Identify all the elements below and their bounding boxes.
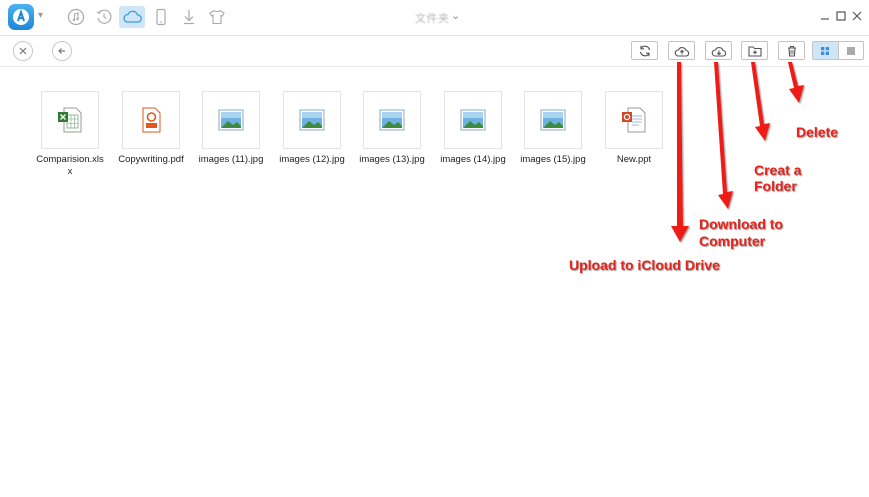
file-item[interactable]: images (15).jpg: [517, 91, 589, 166]
toolbar: [0, 36, 869, 67]
app-logo[interactable]: [8, 4, 34, 30]
list-view-button[interactable]: [837, 42, 864, 59]
file-name: images (11).jpg: [198, 154, 264, 165]
file-name: images (12).jpg: [279, 154, 345, 165]
minimize-icon[interactable]: [818, 9, 832, 23]
image-file-icon: [460, 109, 486, 131]
file-item[interactable]: Comparision.xlsx: [34, 91, 106, 178]
list-icon: [846, 47, 855, 54]
close-icon: [19, 47, 27, 55]
music-icon[interactable]: [66, 7, 86, 27]
device-dropdown-chevron-icon[interactable]: ⌄: [451, 9, 460, 22]
excel-file-icon: [58, 107, 82, 133]
upload-to-icloud-button[interactable]: [668, 41, 695, 60]
annotation-create-folder-line2: Folder: [754, 178, 797, 194]
file-thumbnail: [605, 91, 663, 149]
annotation-create-folder-line1: Creat a: [754, 162, 802, 178]
file-name: images (13).jpg: [359, 154, 425, 165]
pdf-file-icon: [142, 107, 161, 133]
file-item[interactable]: New.ppt: [598, 91, 670, 166]
refresh-icon: [639, 45, 650, 56]
app-logo-icon: [13, 8, 29, 25]
file-thumbnail: [524, 91, 582, 149]
back-button[interactable]: [52, 41, 72, 61]
image-file-icon: [379, 109, 405, 131]
file-item[interactable]: images (12).jpg: [276, 91, 348, 166]
delete-arrow: [788, 62, 804, 103]
cloud-icon[interactable]: [119, 6, 145, 28]
file-name: Comparision.xlsx: [36, 154, 104, 177]
file-name: images (15).jpg: [520, 154, 586, 165]
file-thumbnail: [202, 91, 260, 149]
powerpoint-file-icon: [622, 107, 646, 133]
image-file-icon: [299, 109, 325, 131]
refresh-button[interactable]: [631, 41, 658, 60]
file-name: New.ppt: [616, 154, 652, 165]
file-thumbnail: [283, 91, 341, 149]
grid-view-button[interactable]: [813, 42, 838, 59]
tshirt-icon[interactable]: [207, 7, 227, 27]
annotation-download-line2: Computer: [699, 233, 766, 249]
annotation-upload: Upload to iCloud Drive: [569, 257, 720, 273]
cloud-download-icon: [711, 46, 726, 57]
file-item[interactable]: Copywriting.pdf: [115, 91, 187, 166]
phone-icon[interactable]: [151, 7, 171, 27]
arrow-left-icon: [58, 48, 65, 54]
file-item[interactable]: images (14).jpg: [437, 91, 509, 166]
history-icon[interactable]: [94, 7, 114, 27]
file-thumbnail: [363, 91, 421, 149]
annotation-delete: Delete: [796, 124, 839, 140]
file-thumbnail: [41, 91, 99, 149]
download-to-computer-button[interactable]: [705, 41, 732, 60]
file-item[interactable]: images (13).jpg: [356, 91, 428, 166]
cloud-upload-icon: [674, 46, 689, 57]
delete-button[interactable]: [778, 41, 805, 60]
file-thumbnail: [122, 91, 180, 149]
close-window-icon[interactable]: [850, 9, 864, 23]
maximize-icon[interactable]: [834, 9, 848, 23]
file-name: images (14).jpg: [440, 154, 506, 165]
title-bar: ▾ 文件夹 ⌄: [0, 0, 869, 36]
device-name[interactable]: 文件夹: [415, 10, 450, 26]
image-file-icon: [540, 109, 566, 131]
download-icon[interactable]: [179, 7, 199, 27]
create-folder-button[interactable]: [741, 41, 768, 60]
new-folder-icon: [747, 45, 762, 57]
create-folder-arrow: [751, 62, 770, 141]
view-toggle: [812, 41, 864, 60]
upload-arrow: [671, 62, 689, 242]
file-name: Copywriting.pdf: [118, 154, 184, 165]
close-button[interactable]: [13, 41, 33, 61]
download-arrow: [714, 62, 733, 209]
grid-icon: [821, 46, 830, 55]
annotation-download-line1: Download to: [699, 216, 783, 232]
logo-menu-caret-icon[interactable]: ▾: [38, 10, 43, 21]
file-item[interactable]: images (11).jpg: [195, 91, 267, 166]
file-thumbnail: [444, 91, 502, 149]
image-file-icon: [218, 109, 244, 131]
trash-icon: [787, 45, 796, 57]
